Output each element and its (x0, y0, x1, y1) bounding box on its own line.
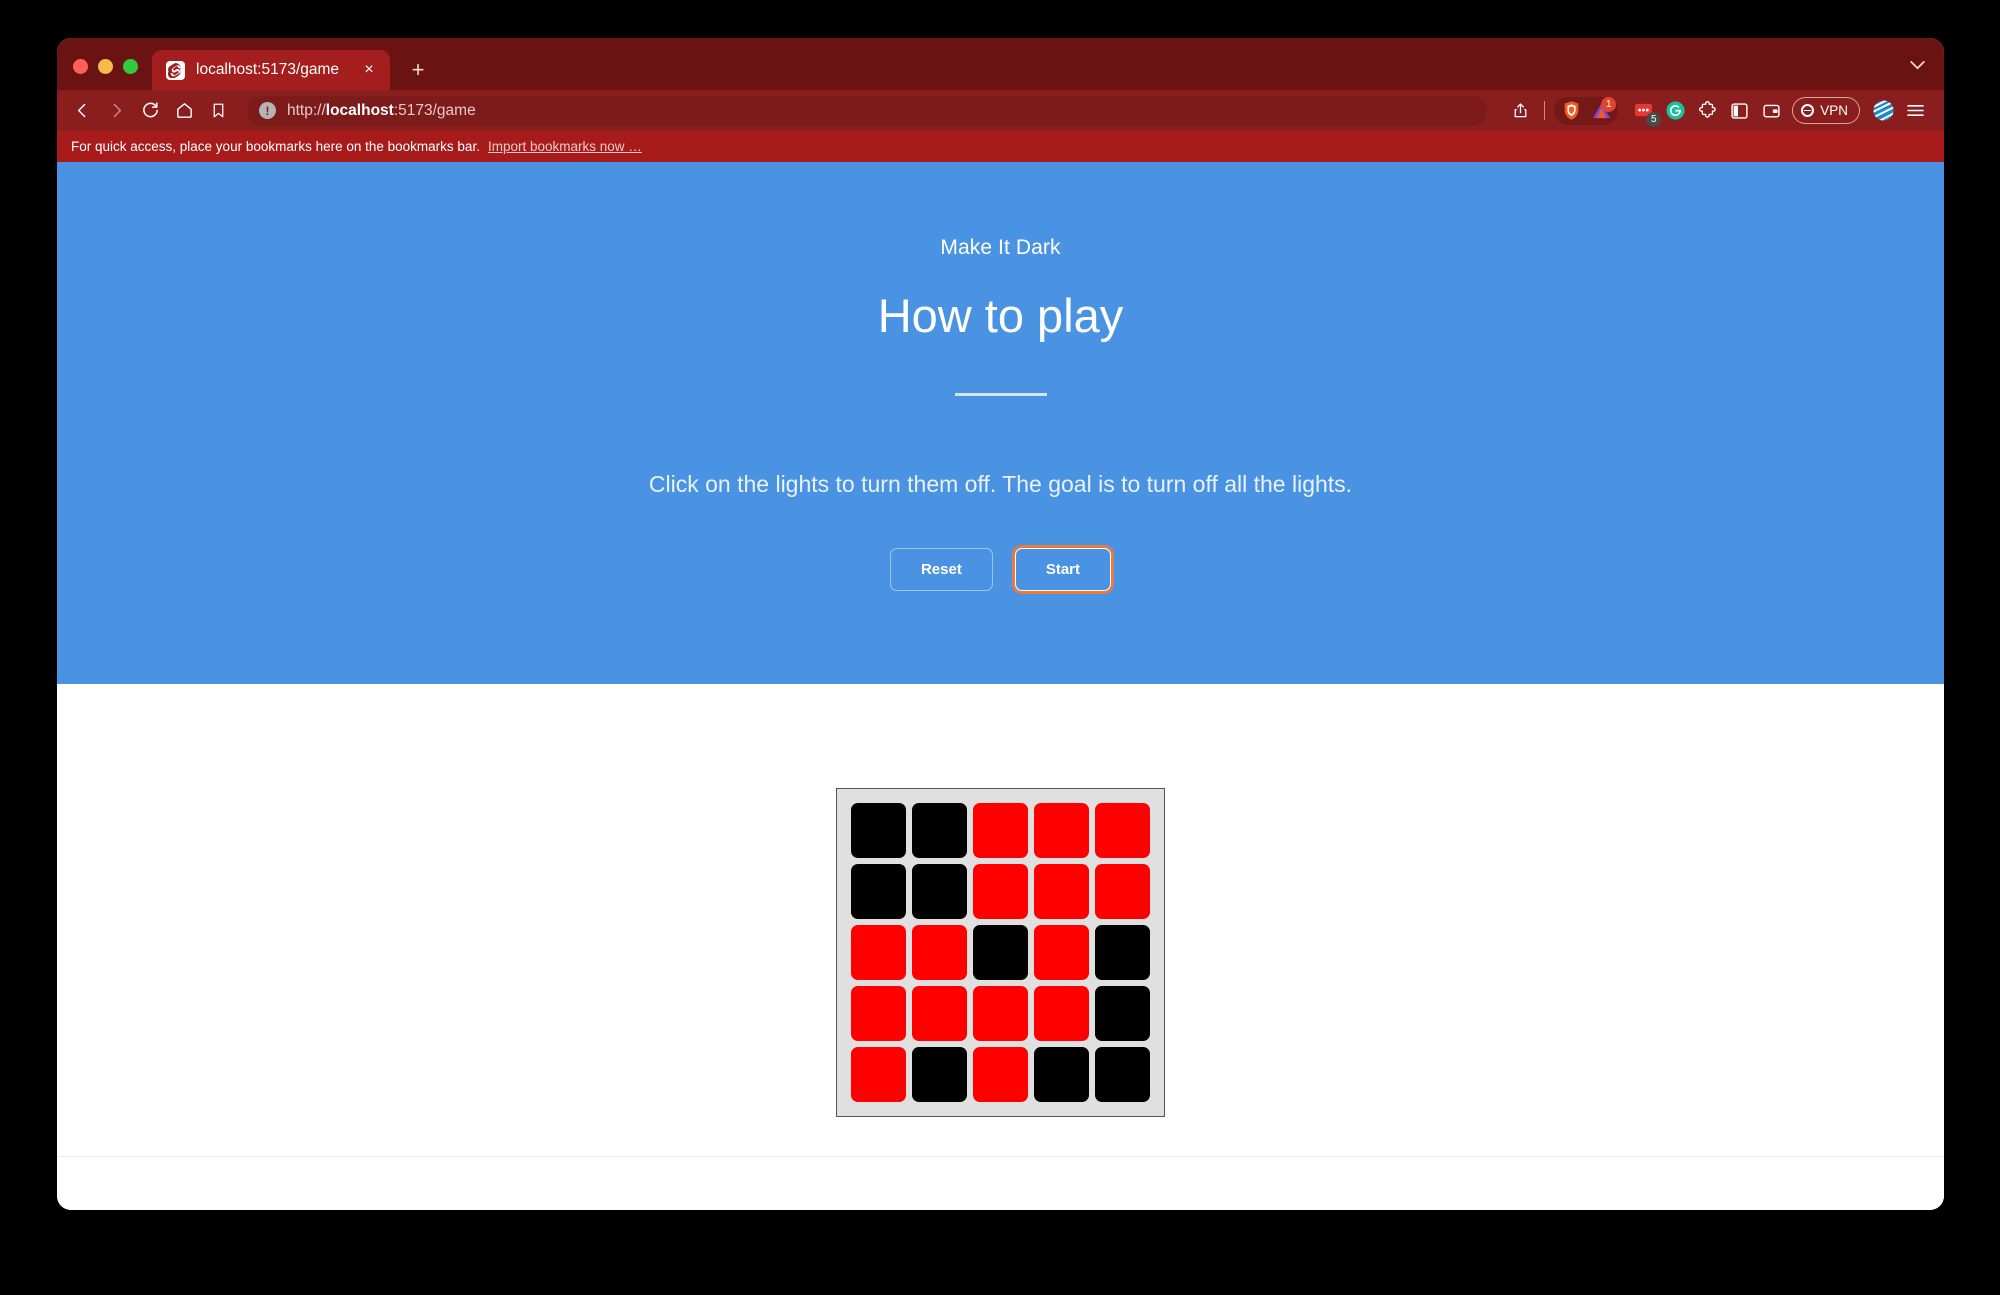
profile-globe-icon[interactable] (1868, 96, 1898, 126)
brave-actions-group: 1 (1554, 96, 1619, 126)
reset-button[interactable]: Reset (889, 548, 993, 591)
light-cell-1-4[interactable] (1095, 864, 1150, 919)
light-cell-0-4[interactable] (1095, 803, 1150, 858)
info-icon[interactable]: ! (259, 102, 276, 119)
browser-window: localhost:5173/game × + ! http://localho… (57, 38, 1944, 1210)
chevron-down-icon[interactable] (1904, 52, 1930, 78)
address-bar[interactable]: ! http://localhost:5173/game (247, 95, 1488, 126)
bookmarks-bar-message: For quick access, place your bookmarks h… (71, 139, 480, 154)
lights-out-board[interactable] (836, 788, 1165, 1117)
instructions-text: Click on the lights to turn them off. Th… (648, 471, 1353, 497)
minimize-window-button[interactable] (98, 59, 113, 74)
extension-red-icon[interactable]: 5 (1628, 96, 1662, 127)
svelte-logo-icon (166, 60, 185, 80)
brave-rewards-icon[interactable]: 1 (1586, 96, 1617, 126)
light-cell-2-0[interactable] (851, 925, 906, 980)
brave-shield-icon[interactable] (1556, 96, 1586, 126)
new-tab-button[interactable]: + (402, 54, 434, 86)
light-cell-4-2[interactable] (973, 1047, 1028, 1102)
vpn-label: VPN (1820, 103, 1848, 118)
import-bookmarks-link[interactable]: Import bookmarks now … (488, 139, 642, 154)
share-icon[interactable] (1505, 96, 1535, 126)
home-icon[interactable] (169, 96, 199, 126)
light-cell-2-1[interactable] (912, 925, 967, 980)
browser-toolbar: ! http://localhost:5173/game 1 5 VPN (57, 90, 1944, 131)
board-area (57, 684, 1944, 1117)
light-cell-3-2[interactable] (973, 986, 1028, 1041)
light-cell-4-1[interactable] (912, 1047, 967, 1102)
extensions-puzzle-icon[interactable] (1692, 96, 1722, 126)
vpn-button[interactable]: VPN (1792, 97, 1860, 124)
light-cell-4-3[interactable] (1034, 1047, 1089, 1102)
tab-strip: localhost:5173/game × + (57, 38, 1944, 90)
light-cell-4-4[interactable] (1095, 1047, 1150, 1102)
brave-rewards-badge: 1 (1601, 96, 1617, 112)
url-host: localhost (325, 101, 394, 119)
light-cell-1-1[interactable] (912, 864, 967, 919)
back-arrow-icon[interactable] (67, 96, 97, 126)
traffic-light-buttons (57, 59, 152, 90)
light-cell-2-2[interactable] (973, 925, 1028, 980)
game-name: Make It Dark (940, 236, 1061, 259)
light-cell-3-3[interactable] (1034, 986, 1089, 1041)
grammarly-icon[interactable] (1660, 96, 1690, 126)
page-viewport: Make It Dark How to play Click on the li… (57, 162, 1944, 1210)
vpn-status-icon (1801, 104, 1815, 117)
light-cell-3-0[interactable] (851, 986, 906, 1041)
close-window-button[interactable] (73, 59, 88, 74)
close-tab-button[interactable]: × (358, 59, 380, 81)
extension-badge-count: 5 (1646, 111, 1662, 127)
tab-title: localhost:5173/game (196, 61, 340, 78)
wallet-icon[interactable] (1756, 96, 1786, 126)
footer-divider (57, 1156, 1944, 1157)
start-button[interactable]: Start (1014, 548, 1112, 591)
light-cell-1-3[interactable] (1034, 864, 1089, 919)
light-cell-0-2[interactable] (973, 803, 1028, 858)
light-cell-4-0[interactable] (851, 1047, 906, 1102)
url-path: :5173/game (393, 101, 476, 119)
light-cell-1-2[interactable] (973, 864, 1028, 919)
light-cell-1-0[interactable] (851, 864, 906, 919)
bookmark-icon[interactable] (203, 96, 233, 126)
light-cell-3-4[interactable] (1095, 986, 1150, 1041)
address-bar-url: http://localhost:5173/game (287, 102, 476, 120)
bookmarks-bar: For quick access, place your bookmarks h… (57, 131, 1944, 162)
light-cell-3-1[interactable] (912, 986, 967, 1041)
hamburger-menu-icon[interactable] (1900, 96, 1930, 126)
hero-actions: Reset Start (889, 548, 1112, 591)
light-cell-2-4[interactable] (1095, 925, 1150, 980)
light-cell-0-3[interactable] (1034, 803, 1089, 858)
how-to-play-hero: Make It Dark How to play Click on the li… (57, 162, 1944, 684)
light-cell-0-0[interactable] (851, 803, 906, 858)
toolbar-actions: 1 5 VPN (1505, 96, 1930, 127)
forward-arrow-icon (101, 96, 131, 126)
maximize-window-button[interactable] (123, 59, 138, 74)
sidebar-panel-icon[interactable] (1724, 96, 1754, 126)
light-cell-0-1[interactable] (912, 803, 967, 858)
light-cell-2-3[interactable] (1034, 925, 1089, 980)
page-title: How to play (877, 289, 1124, 342)
toolbar-divider (1544, 101, 1546, 120)
title-divider (954, 393, 1047, 396)
url-scheme: http:// (287, 101, 326, 119)
browser-tab-localhost[interactable]: localhost:5173/game × (152, 50, 390, 90)
reload-icon[interactable] (135, 96, 165, 126)
